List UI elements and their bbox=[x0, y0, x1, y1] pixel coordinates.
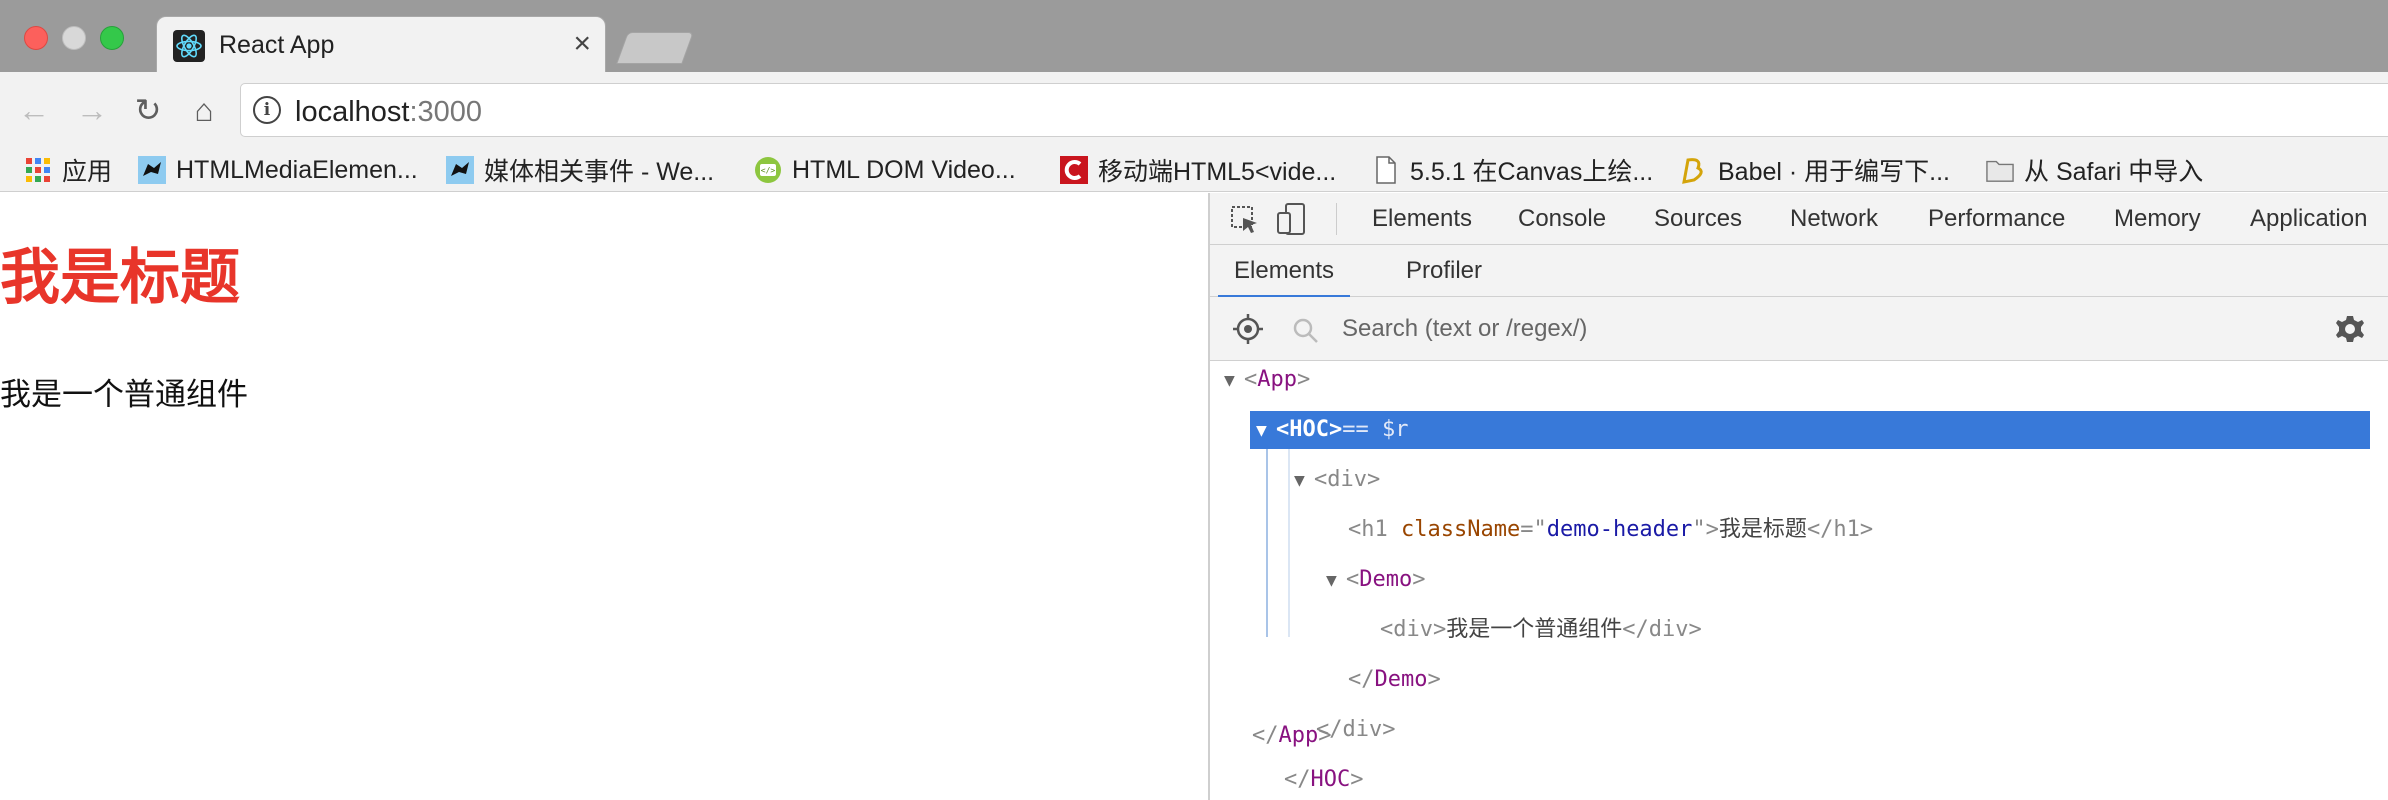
tree-node-demo-close[interactable]: </Demo> bbox=[1348, 661, 1441, 699]
minimize-window-button[interactable] bbox=[62, 26, 86, 50]
search-input[interactable]: Search (text or /regex/) bbox=[1342, 315, 1587, 343]
tree-node-app-close[interactable]: </App> bbox=[1252, 717, 1332, 755]
folder-icon bbox=[1986, 156, 2014, 184]
tab-elements[interactable]: Elements bbox=[1372, 205, 1472, 233]
csdn-favicon-icon bbox=[1060, 156, 1088, 184]
gear-icon[interactable] bbox=[2334, 313, 2366, 350]
dragon-favicon-icon bbox=[446, 156, 474, 184]
react-logo-icon bbox=[173, 30, 205, 62]
forward-arrow-icon[interactable]: → bbox=[72, 90, 112, 130]
tree-node-div[interactable]: ▼ <div> bbox=[1294, 461, 1380, 499]
tree-node-hoc-close[interactable]: </HOC> bbox=[1284, 761, 1364, 799]
tab-performance[interactable]: Performance bbox=[1928, 205, 2065, 233]
device-toolbar-icon[interactable] bbox=[1276, 203, 1306, 240]
expand-triangle-icon[interactable]: ▼ bbox=[1224, 362, 1244, 400]
browser-toolbar: ← → ↻ ⌂ i localhost:3000 bbox=[0, 72, 2388, 148]
tab-console[interactable]: Console bbox=[1518, 205, 1606, 233]
bookmark-label: 移动端HTML5<vide... bbox=[1098, 158, 1337, 186]
site-info-icon[interactable]: i bbox=[253, 96, 281, 124]
tree-node-h1[interactable]: <h1 className="demo-header">我是标题</h1> bbox=[1348, 511, 1873, 549]
subtab-elements[interactable]: Elements bbox=[1218, 257, 1351, 299]
bookmark-label: 5.5.1 在Canvas上绘... bbox=[1410, 158, 1654, 186]
url-text: localhost:3000 bbox=[295, 96, 482, 129]
apps-grid-icon bbox=[24, 156, 52, 184]
close-window-button[interactable] bbox=[24, 26, 48, 50]
tree-node-hoc: ▼ <HOC>== $r bbox=[1256, 411, 1408, 449]
tab-memory[interactable]: Memory bbox=[2114, 205, 2201, 233]
url-host: localhost bbox=[295, 96, 410, 128]
bookmark-label: Babel · 用于编写下... bbox=[1718, 158, 1950, 186]
home-icon[interactable]: ⌂ bbox=[184, 90, 224, 130]
bookmark-label: 媒体相关事件 - We... bbox=[484, 158, 715, 186]
new-tab-button[interactable] bbox=[616, 32, 694, 64]
bookmark-media-events[interactable]: 媒体相关事件 - We... bbox=[446, 152, 714, 188]
console-ref-label: == $r bbox=[1342, 417, 1409, 442]
bookmark-label: 从 Safari 中导入 bbox=[2024, 158, 2204, 186]
address-bar[interactable]: i localhost:3000 bbox=[240, 83, 2388, 137]
bookmark-htmlmediaelement[interactable]: HTMLMediaElemen... bbox=[138, 152, 418, 188]
window-titlebar: React App × bbox=[0, 0, 2388, 74]
page-paragraph: 我是一个普通组件 bbox=[0, 377, 248, 412]
tree-guide-line bbox=[1266, 449, 1268, 637]
tree-node-inner-div[interactable]: <div>我是一个普通组件</div> bbox=[1380, 611, 1702, 649]
inspect-element-icon[interactable] bbox=[1230, 205, 1260, 240]
page-viewport: 我是标题 我是一个普通组件 bbox=[0, 193, 1208, 800]
tab-title: React App bbox=[219, 31, 335, 59]
bookmark-label: HTML DOM Video... bbox=[792, 155, 1016, 184]
react-devtools-subtabs: Elements Profiler bbox=[1210, 245, 2388, 299]
bookmark-label: HTMLMediaElemen... bbox=[176, 155, 418, 184]
reload-icon[interactable]: ↻ bbox=[128, 90, 168, 130]
tree-node-app[interactable]: ▼ <App> bbox=[1224, 361, 1310, 399]
bookmark-babel[interactable]: Babel · 用于编写下... bbox=[1680, 152, 1950, 188]
bookmark-mobile-html5-video[interactable]: 移动端HTML5<vide... bbox=[1060, 152, 1336, 188]
bookmark-label: 应用 bbox=[62, 158, 113, 186]
dragon-favicon-icon bbox=[138, 156, 166, 184]
devtools-panel: Elements Console Sources Network Perform… bbox=[1208, 193, 2388, 800]
bookmark-apps[interactable]: 应用 bbox=[24, 152, 112, 188]
bookmark-html-dom-video[interactable]: </> HTML DOM Video... bbox=[754, 152, 1016, 188]
bookmark-canvas-drawing[interactable]: 5.5.1 在Canvas上绘... bbox=[1372, 152, 1653, 188]
close-tab-icon[interactable]: × bbox=[573, 27, 591, 61]
search-icon bbox=[1292, 317, 1320, 350]
expand-triangle-icon[interactable]: ▼ bbox=[1326, 562, 1346, 600]
component-tree: ▼ <App> ▼ <HOC>== $r ▼ <div> <h1 className=… bbox=[1210, 361, 2388, 800]
tree-guide-line bbox=[1288, 449, 1290, 637]
bookmark-import-from-safari[interactable]: 从 Safari 中导入 bbox=[1986, 152, 2203, 188]
babel-favicon-icon bbox=[1680, 156, 1708, 184]
page-heading: 我是标题 bbox=[0, 244, 240, 311]
tab-network[interactable]: Network bbox=[1790, 205, 1878, 233]
devtools-tabbar: Elements Console Sources Network Perform… bbox=[1210, 193, 2388, 245]
devtools-search-bar: Search (text or /regex/) bbox=[1210, 297, 2388, 361]
tab-sources[interactable]: Sources bbox=[1654, 205, 1742, 233]
tab-application[interactable]: Application bbox=[2250, 205, 2367, 233]
zoom-window-button[interactable] bbox=[100, 26, 124, 50]
expand-triangle-icon[interactable]: ▼ bbox=[1294, 462, 1314, 500]
toolbar-divider bbox=[1336, 203, 1337, 235]
expand-triangle-icon[interactable]: ▼ bbox=[1256, 412, 1276, 450]
html-favicon-icon: </> bbox=[754, 156, 782, 184]
browser-tab-active[interactable]: React App × bbox=[156, 16, 606, 74]
locate-target-icon[interactable] bbox=[1232, 313, 1264, 350]
tree-node-hoc-selected[interactable]: ▼ <HOC>== $r bbox=[1250, 411, 2370, 449]
document-icon bbox=[1372, 156, 1400, 184]
url-port: :3000 bbox=[409, 96, 483, 128]
svg-text:</>: </> bbox=[761, 166, 776, 175]
subtab-profiler[interactable]: Profiler bbox=[1390, 257, 1498, 285]
tree-node-demo[interactable]: ▼ <Demo> bbox=[1326, 561, 1425, 599]
bookmarks-bar: 应用 HTMLMediaElemen... 媒体相关事件 - We... </>… bbox=[0, 148, 2388, 192]
back-arrow-icon[interactable]: ← bbox=[14, 90, 54, 130]
